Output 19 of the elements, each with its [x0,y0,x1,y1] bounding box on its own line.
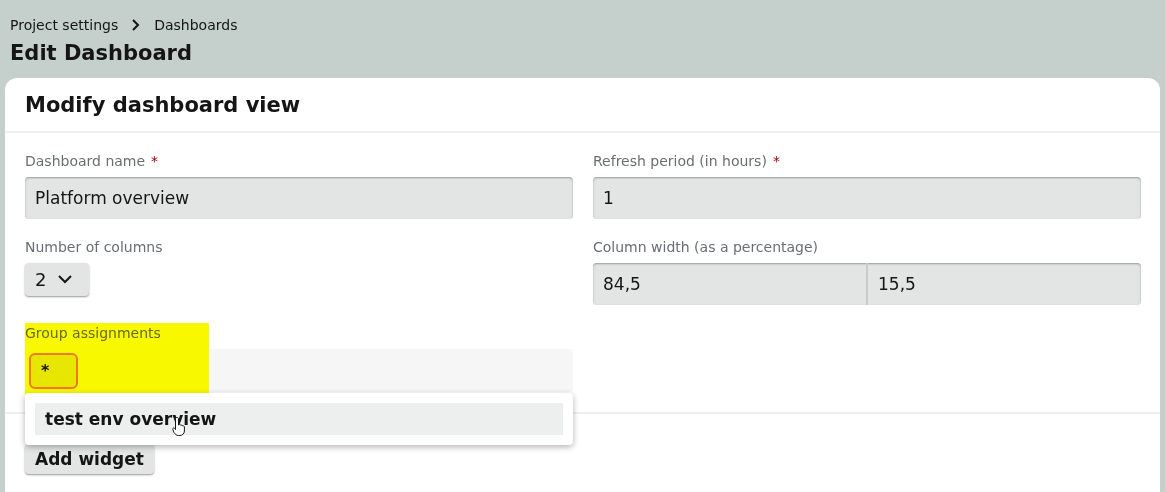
input-field[interactable]: 15,5 [866,263,1141,305]
menu-item[interactable]: test env overview [35,403,563,435]
breadcrumb-link[interactable]: Dashboards [154,17,238,33]
input-field[interactable]: Platform overview [25,177,573,219]
add-widget-button[interactable]: Add widget [25,444,154,474]
breadcrumb-link[interactable]: Project settings [10,17,119,33]
field-label: Number of columns [25,239,164,257]
columns-select[interactable]: 2 [25,263,89,296]
group-chip[interactable]: * [29,352,78,389]
input-field[interactable]: 1 [593,177,1141,219]
field-label: Refresh period (in hours) * [593,153,781,171]
chevron-right-icon [132,19,141,31]
page-title: Edit Dashboard [10,41,193,67]
field-label: Dashboard name * [25,153,160,171]
chevron-down-icon [58,275,73,284]
card-title: Modify dashboard view [25,92,301,117]
input-field[interactable]: 84,5 [593,263,866,305]
field-label: Group assignments [25,325,162,343]
field-label: Column width (as a percentage) [593,239,820,257]
